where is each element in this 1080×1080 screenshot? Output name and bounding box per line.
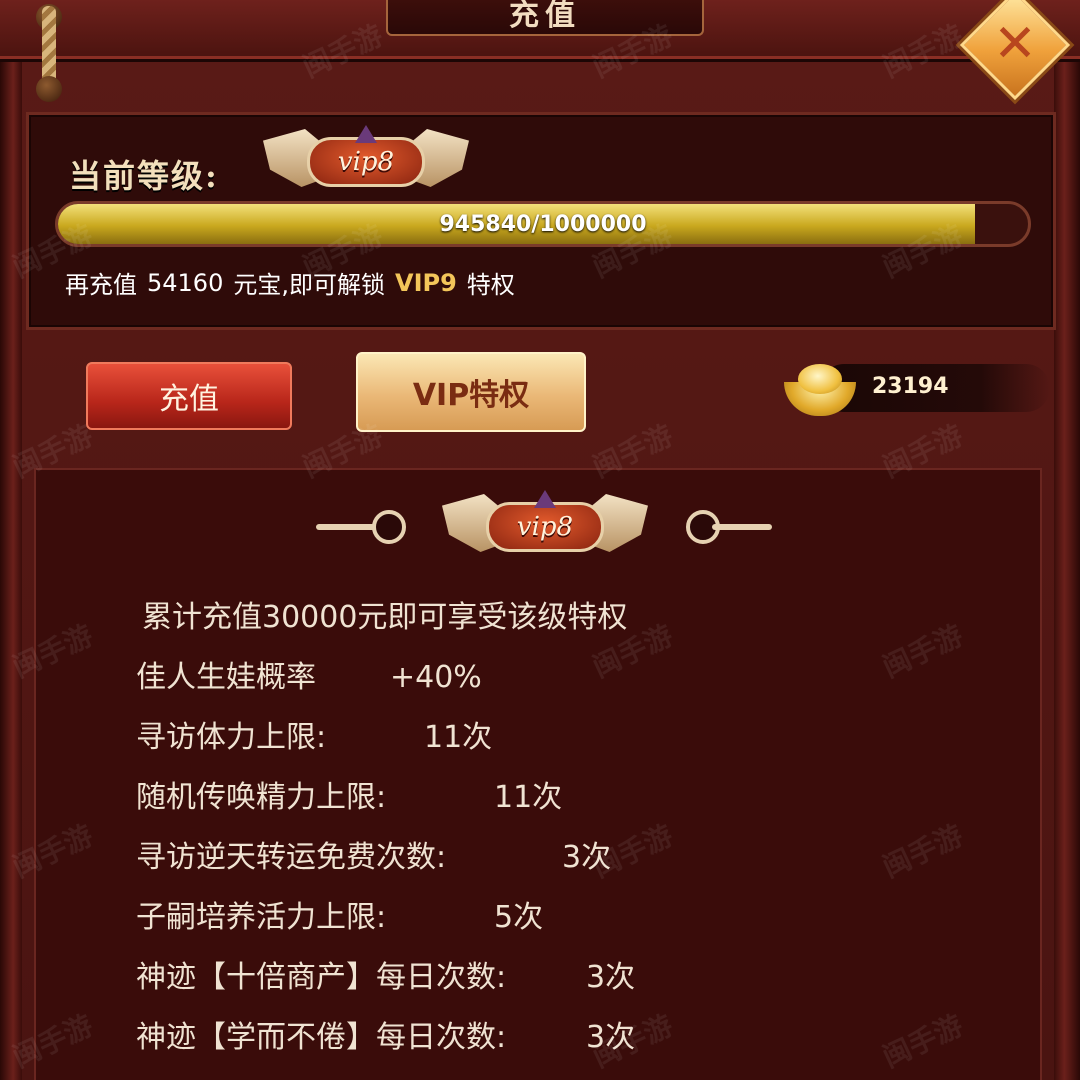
privilege-value: 3次: [562, 840, 612, 875]
rope-bottom-knob: [36, 76, 62, 102]
tab-vip-label: VIP特权: [412, 378, 530, 413]
title-bar: 充值: [0, 0, 1080, 62]
privilege-label: 神迹【十倍商产】每日次数:: [136, 960, 507, 995]
privilege-value: 11次: [424, 720, 493, 755]
privilege-value: 11次: [494, 780, 563, 815]
privilege-label: 佳人生娃概率: [136, 660, 316, 695]
gold-balance: 23194: [780, 350, 1060, 428]
close-icon: ✕: [993, 14, 1037, 74]
title-bar-divider: [0, 56, 1080, 59]
gold-amount: 23194: [872, 374, 949, 399]
unlock-prefix: 再充值: [65, 271, 137, 299]
unlock-middle: 元宝,即可解锁: [233, 271, 385, 299]
current-level-label: 当前等级:: [69, 157, 219, 195]
tab-recharge[interactable]: 充值: [86, 362, 292, 430]
privilege-row: 佳人生娃概率 +40%: [136, 648, 996, 708]
privilege-row: 神迹【十倍商产】每日次数: 3次: [136, 948, 996, 1008]
privilege-row: 随机传唤精力上限: 11次: [136, 768, 996, 828]
unlock-hint: 再充值 54160 元宝,即可解锁 VIP9 特权: [65, 265, 515, 300]
gold-ingot-icon: [780, 356, 858, 416]
unlock-amount: 54160: [147, 268, 224, 297]
cloud-right-icon: [686, 510, 776, 544]
privilege-list: 累计充值30000元即可享受该级特权 佳人生娃概率 +40% 寻访体力上限: 1…: [136, 588, 996, 1068]
unlock-suffix: 特权: [466, 271, 515, 299]
privilege-value: 5次: [494, 900, 544, 935]
window-title: 充值: [509, 0, 581, 33]
privilege-row: 神迹【学而不倦】每日次数: 3次: [136, 1008, 996, 1068]
vip-level-badge: vip8: [263, 123, 469, 197]
vip-privileges-panel: vip8 累计充值30000元即可享受该级特权 佳人生娃概率 +40% 寻访体力…: [34, 468, 1042, 1080]
vip-progress-text: 945840/1000000: [439, 211, 647, 237]
badge-gem-icon: [534, 490, 556, 508]
tab-recharge-label: 充值: [159, 382, 219, 417]
frame-left-border: [0, 60, 22, 1080]
privilege-row: 寻访逆天转运免费次数: 3次: [136, 828, 996, 888]
badge-core: vip8: [486, 502, 604, 552]
privilege-label: 神迹【学而不倦】每日次数:: [136, 1020, 507, 1055]
privilege-row: 寻访体力上限: 11次: [136, 708, 996, 768]
privilege-vip-badge: vip8: [442, 488, 648, 562]
vip-badge-text: vip8: [337, 147, 395, 177]
privilege-label: 寻访逆天转运免费次数:: [136, 840, 447, 875]
privilege-value: 3次: [586, 960, 636, 995]
badge-core: vip8: [307, 137, 425, 187]
cloud-left-icon: [316, 510, 406, 544]
frame-right-border: [1054, 60, 1080, 1080]
tab-vip-privileges[interactable]: VIP特权: [356, 352, 586, 432]
privilege-value: 3次: [586, 1020, 636, 1055]
unlock-vip-level: VIP9: [395, 268, 457, 297]
privilege-row: 子嗣培养活力上限: 5次: [136, 888, 996, 948]
privilege-label: 子嗣培养活力上限:: [136, 900, 387, 935]
title-plate: 充值: [386, 0, 704, 36]
badge-gem-icon: [355, 125, 377, 143]
privilege-requirement: 累计充值30000元即可享受该级特权: [142, 600, 628, 635]
vip-level-panel: 当前等级: vip8 945840/1000000 再充值 54160 元宝,即…: [26, 112, 1056, 330]
privilege-badge-text: vip8: [516, 512, 574, 542]
close-button[interactable]: ✕: [959, 0, 1071, 106]
privilege-value: +40%: [390, 660, 482, 695]
privilege-label: 随机传唤精力上限:: [136, 780, 387, 815]
privilege-label: 寻访体力上限:: [136, 720, 327, 755]
vip-progress-bar: 945840/1000000: [55, 201, 1031, 247]
